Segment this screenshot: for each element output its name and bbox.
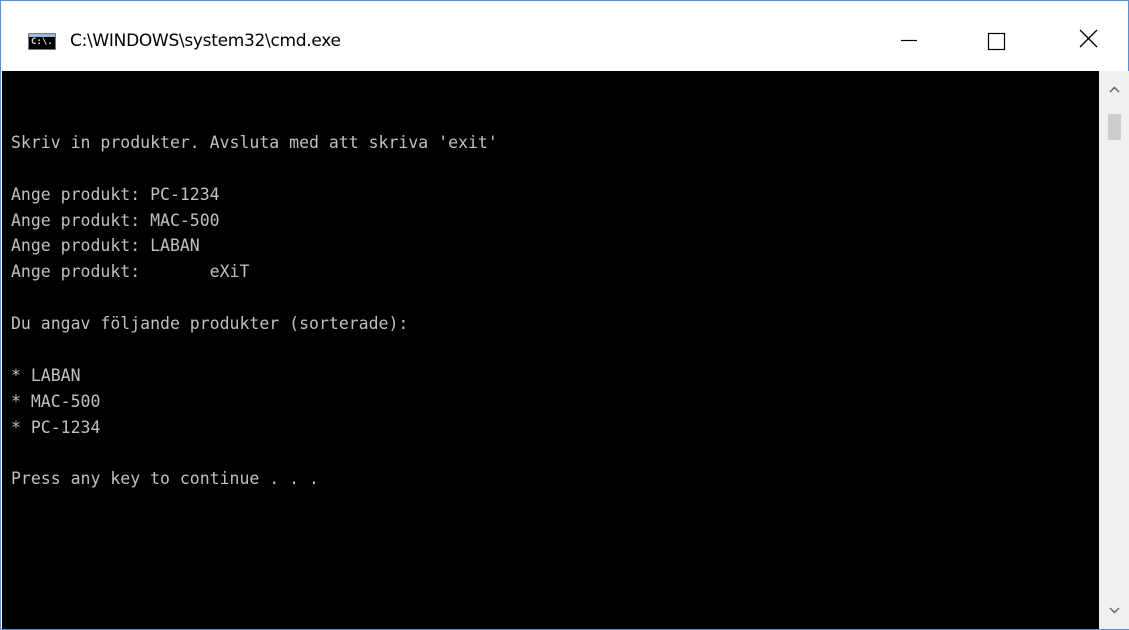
close-icon xyxy=(1079,29,1098,48)
cmd-app-icon[interactable]: C:\. xyxy=(28,33,56,50)
scroll-up-button[interactable] xyxy=(1099,71,1129,105)
close-button[interactable] xyxy=(1053,15,1123,69)
title-bar[interactable]: C:\. C:\WINDOWS\system32\cmd.exe xyxy=(1,1,1128,71)
console-line: Skriv in produkter. Avsluta med att skri… xyxy=(11,132,498,152)
console-line: Ange produkt: LABAN xyxy=(11,236,200,256)
console-lines: Skriv in produkter. Avsluta med att skri… xyxy=(11,104,498,492)
scrollbar-thumb[interactable] xyxy=(1108,114,1121,140)
console-line: Ange produkt: PC-1234 xyxy=(11,184,220,204)
chevron-down-icon xyxy=(1109,607,1120,614)
console-line: Ange produkt: MAC-500 xyxy=(11,210,220,230)
minimize-button[interactable] xyxy=(871,15,941,69)
minimize-icon xyxy=(901,39,917,42)
maximize-button[interactable] xyxy=(961,15,1031,69)
console-line: Press any key to continue . . . xyxy=(11,469,319,489)
console-line: Du angav följande produkter (sorterade): xyxy=(11,314,409,334)
vertical-scrollbar[interactable] xyxy=(1099,71,1129,629)
chevron-up-icon xyxy=(1109,86,1120,93)
app-icon-label: C:\. xyxy=(31,37,53,47)
console-line: Ange produkt: eXiT xyxy=(11,262,250,282)
console-output[interactable]: Skriv in produkter. Avsluta med att skri… xyxy=(2,71,1099,629)
scroll-down-button[interactable] xyxy=(1099,595,1129,629)
console-line: * MAC-500 xyxy=(11,391,101,411)
window-title: C:\WINDOWS\system32\cmd.exe xyxy=(70,31,341,51)
console-line: * PC-1234 xyxy=(11,417,101,437)
cmd-window: C:\. C:\WINDOWS\system32\cmd.exe Skriv i… xyxy=(0,0,1129,630)
console-line: * LABAN xyxy=(11,365,81,385)
maximize-icon xyxy=(987,32,1006,51)
